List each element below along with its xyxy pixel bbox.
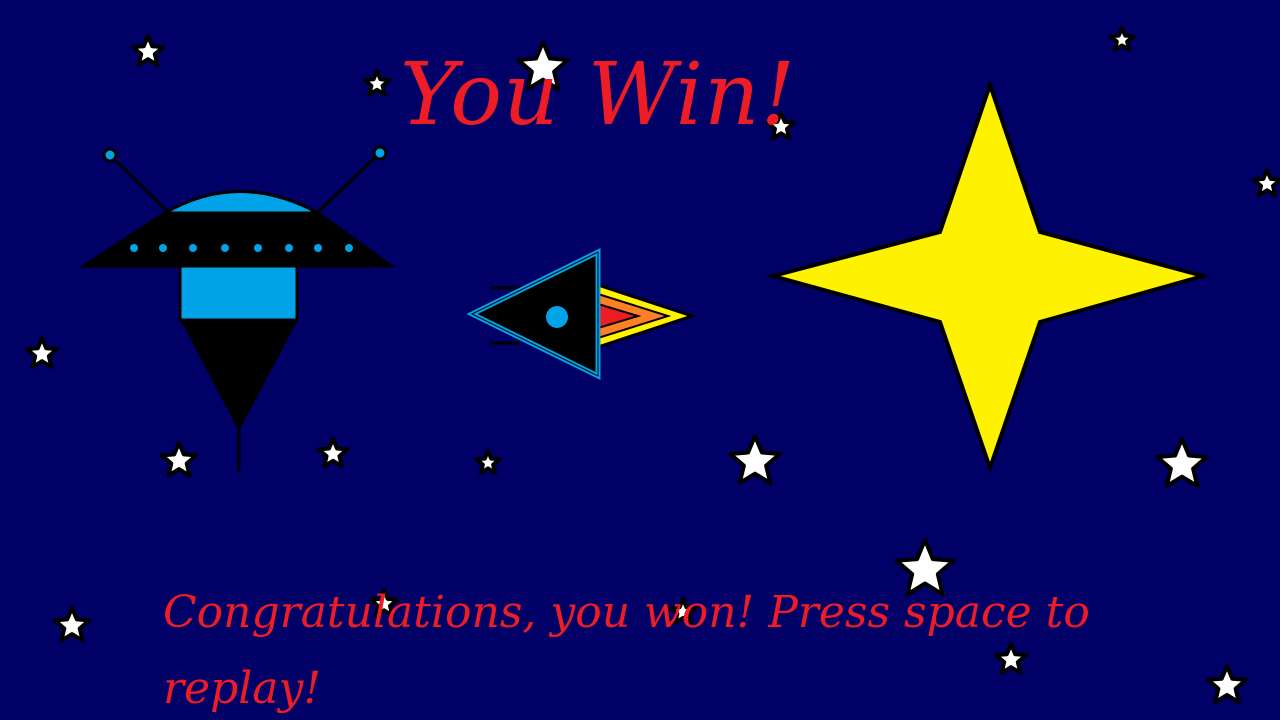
star-icon [1206,664,1248,705]
star-icon [159,441,199,478]
ufo-icon [78,145,396,472]
star-icon [24,336,60,369]
win-screen[interactable]: You Win! Congratulations, you won! Press… [0,0,1280,720]
star-icon [52,606,92,643]
star-icon [316,437,350,469]
star-icon [1108,26,1136,52]
replay-message: Congratulations, you won! Press space to… [163,587,1090,714]
star-icon [1155,437,1209,488]
win-title: You Win! [400,45,797,145]
rocket-ship-icon [466,247,697,381]
star-icon [1251,168,1280,198]
star-icon [362,69,392,97]
star-icon [728,434,782,485]
star-icon [474,449,502,475]
four-point-star-icon [765,78,1211,475]
star-icon [130,34,166,67]
